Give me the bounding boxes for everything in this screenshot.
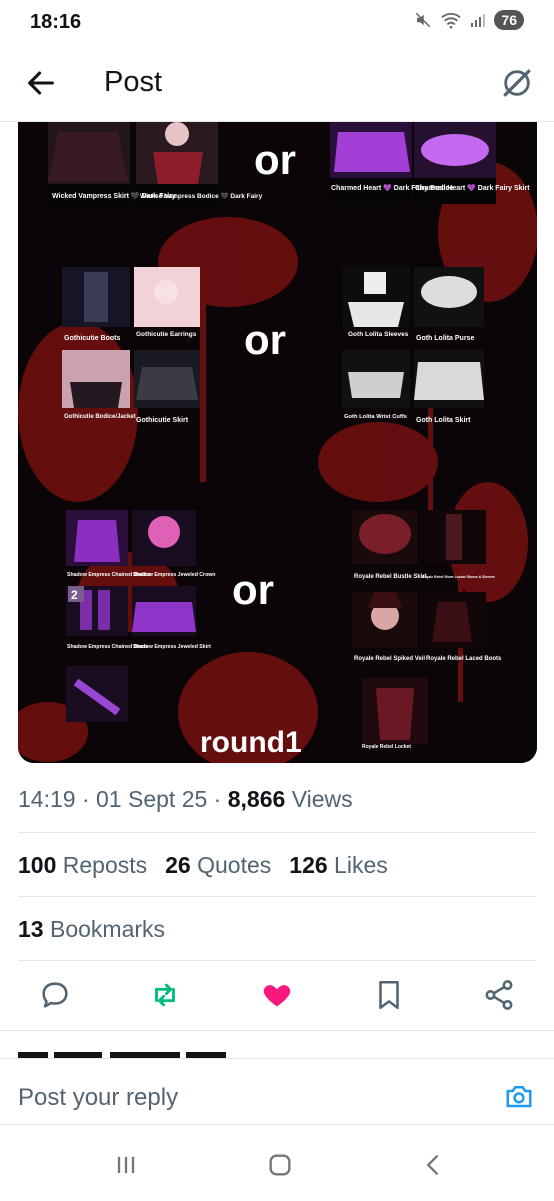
post-image[interactable]: or or or round1 2 Wicked Vampress Skirt … <box>18 122 537 763</box>
quotes-count: 26 <box>165 852 191 878</box>
bookmark-icon <box>379 980 399 1010</box>
grok-icon <box>503 69 531 97</box>
chevron-left-icon <box>426 1154 439 1176</box>
quotes-stat[interactable]: 26 Quotes <box>165 852 271 879</box>
divider <box>18 960 536 961</box>
page-title: Post <box>104 66 163 98</box>
item-label: Gothicutie Earrings <box>136 331 197 338</box>
overlay-or-2: or <box>244 316 286 363</box>
post-meta: 14:19 · 01 Sept 25 · 8,866 Views <box>18 786 353 812</box>
item-label: Gothicutie Skirt <box>136 417 189 424</box>
item-label: Goth Lolita Wrist Cuffs <box>344 414 407 420</box>
status-time: 18:16 <box>30 11 82 33</box>
bookmarks-stat[interactable]: 13 Bookmarks <box>18 916 165 943</box>
item-label: Royale Rebel Bustle Skirt <box>354 574 427 580</box>
collage-graphic: or or or round1 2 Wicked Vampress Skirt … <box>18 122 537 763</box>
home-icon <box>269 1154 291 1176</box>
arrow-left-icon <box>28 71 54 95</box>
home-button[interactable] <box>266 1151 294 1179</box>
post-time: 14:19 <box>18 786 76 812</box>
overlay-or-3: or <box>232 566 274 613</box>
overlay-or-1: or <box>254 136 296 183</box>
action-bar <box>0 970 554 1020</box>
status-icons: 76 <box>414 10 524 30</box>
divider <box>0 1030 554 1031</box>
camera-icon <box>506 1086 532 1108</box>
mute-icon <box>416 12 431 28</box>
likes-stat[interactable]: 126 Likes <box>289 852 387 879</box>
back-button[interactable] <box>24 66 58 100</box>
share-icon <box>485 980 513 1010</box>
item-label: Royale Rebel Sheer Locket Gloves & Sleev… <box>422 575 495 579</box>
recent-apps-button[interactable] <box>112 1151 140 1179</box>
like-button[interactable] <box>260 978 294 1012</box>
repost-icon <box>155 983 175 1007</box>
reposts-label: Reposts <box>62 852 148 878</box>
reply-button[interactable] <box>38 978 72 1012</box>
item-label: Goth Lolita Sleeves <box>348 331 409 338</box>
repost-button[interactable] <box>148 978 182 1012</box>
system-back-button[interactable] <box>420 1151 448 1179</box>
overlay-round-label: round1 <box>200 726 302 759</box>
reply-composer[interactable]: Post your reply <box>0 1058 554 1123</box>
item-label: Royale Rebel Spiked Veil <box>354 656 425 662</box>
camera-button[interactable] <box>504 1081 534 1111</box>
item-label: Shadow Empress Jeweled Skirt <box>133 644 211 650</box>
heart-icon <box>263 985 291 1007</box>
item-label: Wicked Vampress Bodice 🖤 Dark Fairy <box>140 192 263 200</box>
item-label: Royale Rebel Laced Boots <box>426 656 502 662</box>
item-label: Gothicutie Bodice/Jacket <box>64 414 136 420</box>
bookmarks-count: 13 <box>18 916 44 942</box>
wifi-icon <box>441 13 462 29</box>
divider <box>18 832 536 833</box>
comment-icon <box>42 982 68 1008</box>
reply-input[interactable]: Post your reply <box>18 1084 178 1112</box>
item-label: Shadow Empress Jeweled Crown <box>133 572 215 578</box>
number-badge-label: 2 <box>71 588 78 602</box>
status-bar: 18:16 76 <box>0 0 554 44</box>
system-nav-bar <box>0 1124 554 1201</box>
top-app-bar: Post <box>0 52 554 114</box>
bookmarks-label: Bookmarks <box>49 916 166 942</box>
item-label: Goth Lolita Skirt <box>416 417 471 424</box>
share-button[interactable] <box>482 978 516 1012</box>
reposts-count: 100 <box>18 852 57 878</box>
reposts-stat[interactable]: 100 Reposts <box>18 852 147 879</box>
recents-icon <box>117 1156 135 1174</box>
quotes-label: Quotes <box>197 852 272 878</box>
item-label: Royale Rebel Locket <box>362 744 411 750</box>
likes-label: Likes <box>334 852 388 878</box>
item-label: Goth Lolita Purse <box>416 335 474 342</box>
engagement-stats: 100 Reposts 26 Quotes 126 Likes <box>18 852 388 879</box>
item-label: Charmed Heart 💜 Dark Fairy Skirt <box>415 183 530 192</box>
signal-icon <box>471 14 486 27</box>
item-label: Gothicutie Boots <box>64 335 120 342</box>
post-date: 01 Sept 25 <box>96 786 208 812</box>
views-label: Views <box>291 786 353 812</box>
battery-indicator: 76 <box>494 10 524 30</box>
bookmark-button[interactable] <box>372 978 406 1012</box>
grok-button[interactable] <box>500 66 534 100</box>
likes-count: 126 <box>289 852 328 878</box>
views-count: 8,866 <box>227 786 286 812</box>
divider <box>18 896 536 897</box>
